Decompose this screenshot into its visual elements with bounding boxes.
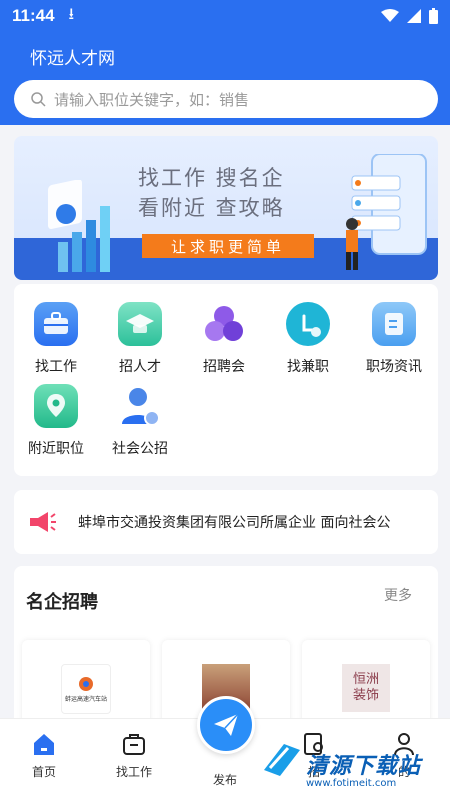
category-find-job[interactable]: 找工作 <box>16 302 96 376</box>
app-title: 怀远人才网 <box>30 49 115 69</box>
paper-plane-icon <box>214 713 239 736</box>
nav-publish[interactable]: 发布 <box>185 765 265 788</box>
search-bar[interactable]: 请输入职位关键字，如：销售 <box>14 80 438 118</box>
person-badge-icon <box>118 384 162 428</box>
watermark: 清源下载站 www.fotimeit.com <box>262 736 448 796</box>
nav-label: 首页 <box>31 765 56 779</box>
graduation-cap-icon <box>118 302 162 346</box>
nav-find-job[interactable]: 找工作 <box>94 731 174 780</box>
promo-banner[interactable]: 找工作 搜名企 看附近 查攻略 让求职更简单 <box>14 136 438 280</box>
company-card[interactable]: 蚌运高速汽车站 <box>22 640 150 730</box>
category-career-news[interactable]: 职场资讯 <box>354 302 434 376</box>
people-group-icon <box>202 302 246 346</box>
category-grid: 找工作 招人才 招聘会 找兼职 职场资讯 附近职位 社会公招 <box>14 284 438 476</box>
signal-icon <box>407 9 421 23</box>
category-label: 找兼职 <box>287 359 329 375</box>
battery-icon <box>429 8 438 24</box>
status-bar: 11:44 ⭳ <box>0 0 450 32</box>
wifi-icon <box>381 9 399 22</box>
part-time-icon <box>286 302 330 346</box>
notice-bar[interactable]: 蚌埠市交通投资集团有限公司所属企业 面向社会公 <box>14 490 438 554</box>
watermark-text: 清源下载站 <box>306 754 422 779</box>
search-placeholder: 请输入职位关键字，如：销售 <box>54 90 250 109</box>
category-label: 找工作 <box>35 359 77 375</box>
banner-button[interactable]: 让求职更简单 <box>142 234 314 258</box>
location-pin-icon <box>34 384 78 428</box>
category-label: 附近职位 <box>28 441 84 457</box>
category-label: 招人才 <box>119 359 161 375</box>
briefcase-outline-icon <box>123 734 145 755</box>
publish-button[interactable] <box>197 696 255 754</box>
nav-label: 发布 <box>212 773 237 787</box>
notice-text: 蚌埠市交通投资集团有限公司所属企业 面向社会公 <box>78 515 391 531</box>
bar-chart-illustration <box>48 180 110 272</box>
banner-line-1: 找工作 搜名企 <box>138 166 285 190</box>
megaphone-icon <box>30 512 56 532</box>
watermark-logo-icon <box>264 744 300 776</box>
news-icon <box>372 302 416 346</box>
category-hire-talent[interactable]: 招人才 <box>100 302 180 376</box>
category-nearby-jobs[interactable]: 附近职位 <box>16 384 96 458</box>
search-icon <box>31 92 46 107</box>
status-time: 11:44 <box>12 6 55 25</box>
watermark-url: www.fotimeit.com <box>306 778 397 789</box>
banner-line-2: 看附近 查攻略 <box>138 196 285 220</box>
category-public-recruitment[interactable]: 社会公招 <box>100 384 180 458</box>
phone-illustration <box>346 154 427 270</box>
more-link[interactable]: 更多 <box>384 585 412 605</box>
header: 11:44 ⭳ 怀远人才网 请输入职位关键字，如：销售 <box>0 0 450 125</box>
nav-label: 找工作 <box>115 765 152 779</box>
category-label: 职场资讯 <box>366 359 422 375</box>
company-logo: 恒洲装饰 <box>342 664 390 712</box>
category-part-time[interactable]: 找兼职 <box>268 302 348 376</box>
company-card[interactable]: 恒洲装饰 <box>302 640 430 730</box>
category-job-fair[interactable]: 招聘会 <box>184 302 264 376</box>
company-logo: 蚌运高速汽车站 <box>61 664 111 714</box>
section-title: 名企招聘 <box>26 592 98 613</box>
briefcase-icon <box>34 302 78 346</box>
download-icon: ⭳ <box>68 3 75 23</box>
home-icon <box>34 734 54 755</box>
nav-home[interactable]: 首页 <box>4 731 84 780</box>
category-label: 社会公招 <box>112 441 168 457</box>
category-label: 招聘会 <box>203 359 245 375</box>
